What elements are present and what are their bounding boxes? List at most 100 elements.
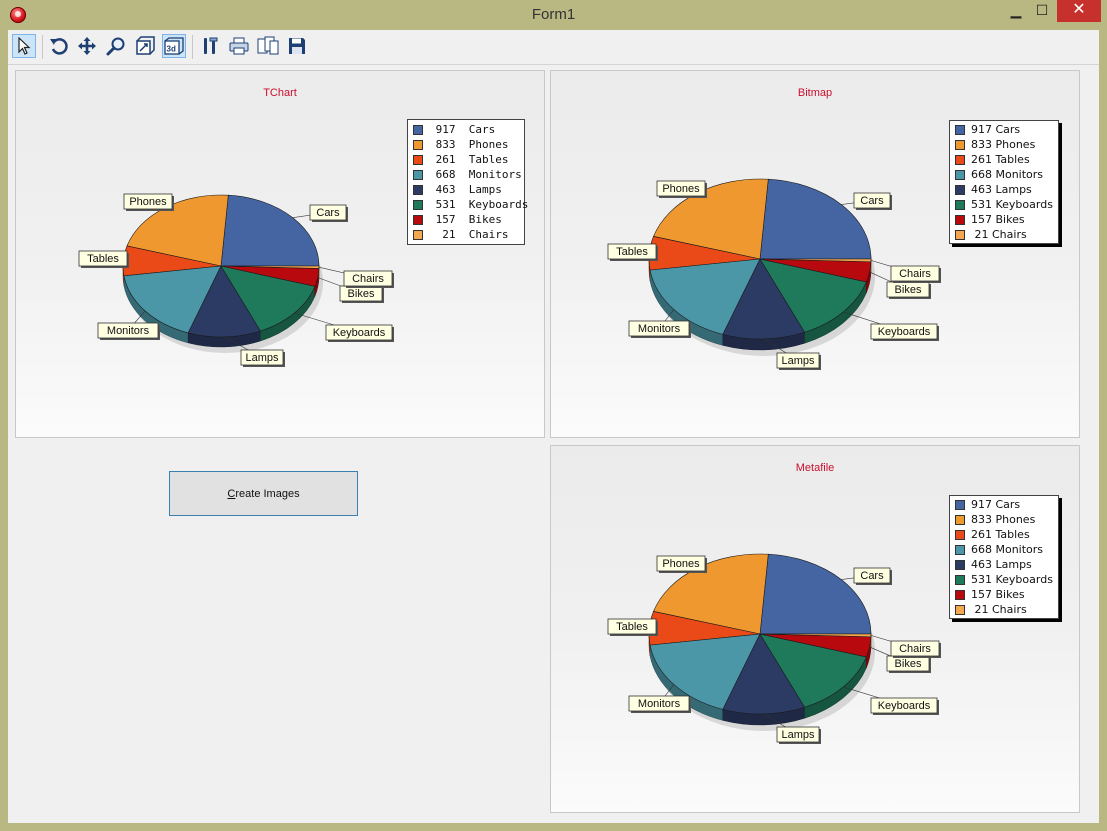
legend-text: 463 Lamps	[429, 183, 502, 196]
legend-text: 668 Monitors	[971, 168, 1044, 181]
legend-swatch	[955, 124, 965, 135]
slice-label-keyboards: Keyboards	[878, 700, 931, 712]
slice-label-cars: Cars	[860, 570, 884, 582]
legend-swatch	[955, 589, 965, 600]
legend-item-phones: 833 Phones	[950, 137, 1058, 152]
legend-item-monitors: 668 Monitors	[950, 167, 1058, 182]
slice-label-phones: Phones	[662, 558, 700, 570]
slice-label-lamps: Lamps	[781, 355, 815, 367]
legend-item-cars: 917 Cars	[950, 122, 1058, 137]
legend-text: 833 Phones	[971, 513, 1036, 526]
legend-item-lamps: 463 Lamps	[950, 182, 1058, 197]
slice-label-monitors: Monitors	[638, 698, 681, 710]
form-client-area: TChart Cars Phones Tables Monitors Lamps Keyb…	[8, 65, 1099, 823]
depth-icon[interactable]	[133, 34, 157, 58]
pie-slice-cars	[759, 178, 872, 260]
save-icon[interactable]	[285, 34, 309, 58]
move-icon[interactable]	[75, 34, 99, 58]
legend-swatch	[955, 544, 965, 555]
legend-swatch	[955, 199, 965, 210]
legend-text: 463 Lamps	[971, 183, 1032, 196]
toolbar-separator	[42, 35, 43, 59]
slice-label-bikes: Bikes	[895, 284, 922, 296]
create-images-button[interactable]: Create Images	[169, 471, 358, 516]
legend-swatch	[955, 169, 965, 180]
legend-text: 531 Keyboards	[429, 198, 529, 211]
close-button[interactable]: ✕	[1057, 0, 1101, 22]
legend-text: 261 Tables	[971, 528, 1030, 541]
legend-text: 157 Bikes	[971, 588, 1025, 601]
legend-swatch	[413, 199, 423, 210]
legend-text: 463 Lamps	[971, 558, 1032, 571]
slice-label-monitors: Monitors	[638, 323, 681, 335]
legend-item-chairs: 21 Chairs	[408, 227, 524, 242]
legend-item-keyboards: 531 Keyboards	[950, 572, 1058, 587]
maximize-button[interactable]: ☐	[1029, 0, 1055, 22]
legend-item-chairs: 21 Chairs	[950, 227, 1058, 242]
legend-item-cars: 917 Cars	[950, 497, 1058, 512]
slice-label-keyboards: Keyboards	[878, 326, 931, 338]
legend-item-chairs: 21 Chairs	[950, 602, 1058, 617]
slice-label-monitors: Monitors	[107, 325, 150, 337]
create-images-mnemonic: C	[227, 487, 236, 500]
legend-text: 668 Monitors	[971, 543, 1044, 556]
chart-legend: 917 Cars 833 Phones 261 Tables 668 Monitors…	[949, 120, 1059, 244]
window-title: Form1	[531, 6, 576, 23]
slice-label-lamps: Lamps	[245, 352, 279, 364]
legend-text: 21 Chairs	[971, 603, 1027, 616]
pie-slice-cars	[220, 194, 320, 267]
legend-item-keyboards: 531 Keyboards	[950, 197, 1058, 212]
slice-label-bikes: Bikes	[348, 288, 375, 300]
bitmap-panel: Bitmap Cars Phones Tables Monitors Lamps Keyb…	[550, 70, 1080, 438]
legend-item-cars: 917 Cars	[408, 122, 524, 137]
toolbar: 3d	[8, 30, 1099, 65]
3d-icon[interactable]: 3d	[162, 34, 186, 58]
slice-label-keyboards: Keyboards	[333, 327, 386, 339]
slice-label-chairs: Chairs	[899, 268, 931, 280]
legend-item-tables: 261 Tables	[950, 152, 1058, 167]
legend-text: 21 Chairs	[971, 228, 1027, 241]
legend-text: 531 Keyboards	[971, 573, 1053, 586]
legend-item-keyboards: 531 Keyboards	[408, 197, 528, 212]
slice-label-cars: Cars	[860, 195, 884, 207]
title-bar: Form1 ▁ ☐ ✕	[0, 0, 1107, 30]
legend-swatch	[955, 529, 965, 540]
copy-icon[interactable]	[256, 34, 280, 58]
slice-label-tables: Tables	[616, 621, 648, 633]
legend-text: 261 Tables	[971, 153, 1030, 166]
slice-label-phones: Phones	[129, 196, 167, 208]
legend-text: 157 Bikes	[971, 213, 1025, 226]
zoom-icon[interactable]	[104, 34, 128, 58]
tchart-panel[interactable]: TChart Cars Phones Tables Monitors Lamps Keyb…	[15, 70, 545, 438]
metafile-panel: Metafile Cars Phones Tables Monitors Lamps Ke…	[550, 445, 1080, 813]
legend-item-bikes: 157 Bikes	[950, 587, 1058, 602]
legend-text: 531 Keyboards	[971, 198, 1053, 211]
legend-swatch	[955, 559, 965, 570]
legend-swatch	[955, 214, 965, 225]
chart-legend: 917 Cars 833 Phones 261 Tables 668 Monitors…	[949, 495, 1059, 619]
legend-text: 917 Cars	[971, 498, 1021, 511]
legend-swatch	[955, 184, 965, 195]
legend-text: 21 Chairs	[429, 228, 509, 241]
rotate-icon[interactable]	[47, 34, 71, 58]
minimize-button[interactable]: ▁	[1003, 0, 1029, 22]
legend-swatch	[413, 214, 423, 225]
legend-text: 833 Phones	[971, 138, 1036, 151]
legend-text: 157 Bikes	[429, 213, 502, 226]
legend-swatch	[413, 154, 423, 165]
legend-swatch	[413, 124, 423, 135]
legend-swatch	[955, 229, 965, 240]
legend-text: 833 Phones	[429, 138, 509, 151]
legend-item-monitors: 668 Monitors	[408, 167, 524, 182]
toolbar-separator	[192, 35, 193, 59]
legend-text: 261 Tables	[429, 153, 509, 166]
pointer-icon[interactable]	[12, 34, 36, 58]
slice-label-tables: Tables	[616, 246, 648, 258]
legend-item-tables: 261 Tables	[408, 152, 524, 167]
print-icon[interactable]	[227, 34, 251, 58]
legend-swatch	[955, 139, 965, 150]
edit-icon[interactable]	[198, 34, 222, 58]
legend-item-lamps: 463 Lamps	[408, 182, 524, 197]
legend-item-lamps: 463 Lamps	[950, 557, 1058, 572]
slice-label-cars: Cars	[316, 207, 340, 219]
